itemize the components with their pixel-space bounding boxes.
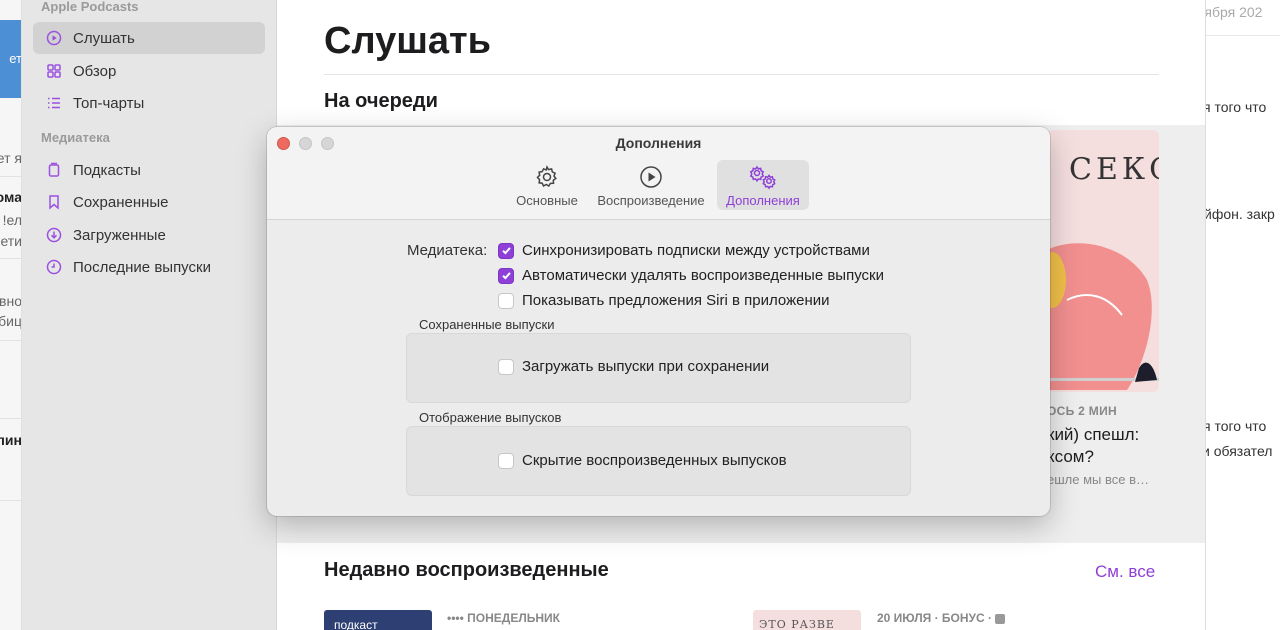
siri-suggestions-option[interactable]: Показывать предложения Siri в приложении	[498, 292, 830, 309]
download-on-save-option[interactable]: Загружать выпуски при сохранении	[498, 358, 769, 375]
recent-heading: Недавно воспроизведенные	[324, 559, 609, 581]
tab-playback[interactable]: Воспроизведение	[590, 160, 712, 210]
list-icon	[45, 94, 63, 112]
option-label: Загружать выпуски при сохранении	[522, 358, 770, 375]
background-text: я того что	[1205, 99, 1267, 115]
checkmark-icon	[501, 272, 511, 280]
podcast-icon	[45, 161, 63, 179]
checkbox-checked[interactable]	[498, 242, 514, 259]
recent-episode-artwork[interactable]: ЭТО РАЗВЕ СЕКС?	[753, 610, 861, 630]
tab-label: Основные	[516, 193, 578, 208]
option-label: Показывать предложения Siri в приложении	[522, 292, 830, 309]
sidebar-item-label: Последние выпуски	[73, 258, 211, 276]
bookmark-icon	[45, 193, 63, 211]
episode-artwork[interactable]: СЕКС?	[1047, 130, 1159, 392]
divider	[0, 258, 21, 259]
page-title: Слушать	[324, 20, 491, 62]
play-circle-icon	[45, 29, 63, 47]
sidebar-item-label: Сохраненные	[73, 193, 169, 211]
background-text: ома	[0, 189, 22, 205]
checkbox-unchecked[interactable]	[498, 358, 514, 375]
gear-icon	[536, 165, 557, 188]
recent-episode-artwork[interactable]: подкаст	[324, 610, 432, 630]
dialog-toolbar: Дополнения Основные Воспроизведение Допо…	[267, 127, 1050, 220]
episode-display-group-label: Отображение выпусков	[419, 410, 562, 425]
dialog-title: Дополнения	[615, 135, 702, 151]
grid-icon	[45, 62, 63, 80]
background-text: я того что	[1205, 418, 1267, 434]
divider	[0, 500, 21, 501]
download-icon	[45, 226, 63, 244]
option-label: Синхронизировать подписки между устройст…	[522, 242, 870, 259]
background-text: ет я	[0, 150, 22, 166]
background-text: лин	[0, 432, 22, 448]
tab-label: Воспроизведение	[597, 193, 705, 208]
divider	[0, 340, 21, 341]
sidebar-item-label: Загруженные	[73, 226, 166, 244]
episode-description: ешле мы все в…	[1047, 472, 1149, 487]
artwork-text: ЭТО РАЗВЕ СЕКС?	[759, 618, 835, 630]
hide-played-episodes-option[interactable]: Скрытие воспроизведенных выпусков	[498, 452, 787, 469]
background-window-left: ет ет я ома ел! ети вно биц лин	[0, 0, 22, 630]
sidebar-item-label: Слушать	[73, 29, 135, 47]
sidebar-item-top-charts[interactable]: Топ-чарты	[33, 87, 265, 119]
option-label: Автоматически удалять воспроизведенные в…	[522, 267, 884, 284]
app-section-label: Apple Podcasts	[41, 0, 139, 14]
sidebar-item-browse[interactable]: Обзор	[33, 55, 265, 87]
sidebar-item-label: Обзор	[73, 62, 117, 80]
sidebar-item-podcasts[interactable]: Подкасты	[33, 154, 265, 186]
background-text: йфон. закр	[1205, 206, 1275, 222]
tab-general[interactable]: Основные	[509, 160, 585, 210]
library-section-label: Медиатека	[41, 130, 110, 145]
checkmark-icon	[501, 247, 511, 255]
recent-episode-date: ПОНЕДЕЛЬНИК	[467, 611, 560, 625]
recent-episode-meta: •••• ПОНЕДЕЛЬНИК	[447, 611, 560, 625]
background-date: тября 202	[1205, 4, 1263, 20]
sidebar-item-listen[interactable]: Слушать	[33, 22, 265, 54]
preferences-dialog: Дополнения Основные Воспроизведение Допо…	[267, 127, 1050, 516]
background-text: ети	[0, 233, 22, 249]
divider	[0, 418, 21, 419]
recent-episode-meta: 20 ИЮЛЯ · БОНУС ·	[877, 611, 1006, 625]
tab-label: Дополнения	[726, 193, 800, 208]
background-text: и обязател	[1205, 443, 1273, 459]
sidebar: Apple Podcasts Слушать Обзор Топ-чарты М…	[22, 0, 277, 630]
library-label: Медиатека:	[407, 242, 488, 259]
hand-illustration	[1047, 243, 1159, 390]
artwork-text: СЕКС?	[1069, 152, 1159, 187]
play-circle-icon	[640, 166, 662, 188]
option-label: Скрытие воспроизведенных выпусков	[522, 452, 787, 469]
saved-episodes-group-label: Сохраненные выпуски	[419, 317, 555, 332]
recent-episode-date: 20 ИЮЛЯ · БОНУС ·	[877, 611, 993, 625]
episode-meta: ОСЬ 2 МИН	[1047, 404, 1117, 418]
sidebar-item-downloaded[interactable]: Загруженные	[33, 219, 265, 251]
sidebar-item-label: Подкасты	[73, 161, 141, 179]
sidebar-item-latest-episodes[interactable]: Последние выпуски	[33, 251, 265, 283]
gears-icon	[749, 165, 776, 190]
checkbox-unchecked[interactable]	[498, 452, 514, 469]
divider	[0, 176, 21, 177]
background-text: ел!	[2, 212, 22, 228]
background-text: вно	[0, 293, 22, 309]
background-text: биц	[0, 313, 22, 329]
sync-subscriptions-option[interactable]: Синхронизировать подписки между устройст…	[498, 242, 870, 259]
auto-delete-played-option[interactable]: Автоматически удалять воспроизведенные в…	[498, 267, 884, 284]
explicit-icon	[995, 613, 1006, 624]
divider	[324, 74, 1159, 75]
clock-icon	[45, 258, 63, 276]
background-text: ет	[9, 51, 22, 66]
episode-title[interactable]: кий) спешл: ксом?	[1047, 424, 1177, 468]
queue-heading: На очереди	[324, 90, 438, 112]
see-all-link[interactable]: См. все	[1095, 562, 1155, 582]
sidebar-item-saved[interactable]: Сохраненные	[33, 186, 265, 218]
tab-advanced[interactable]: Дополнения	[717, 160, 809, 210]
checkbox-unchecked[interactable]	[498, 292, 514, 309]
sidebar-item-label: Топ-чарты	[73, 94, 145, 112]
artwork-text: подкаст	[334, 618, 378, 630]
background-card: ет	[0, 20, 22, 98]
checkbox-checked[interactable]	[498, 267, 514, 284]
background-window-right: тября 202 я того что йфон. закр я того ч…	[1205, 0, 1280, 630]
